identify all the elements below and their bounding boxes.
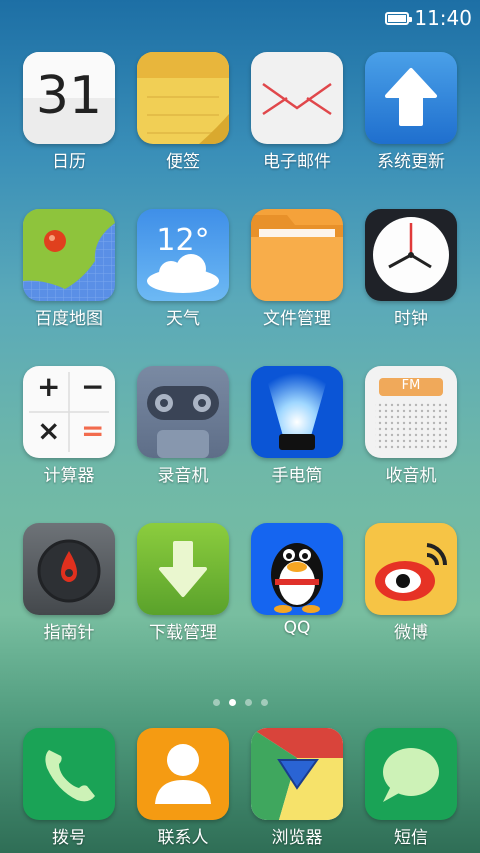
app-label: 下载管理 [149, 623, 217, 643]
recorder-icon [137, 366, 229, 458]
status-time: 11:40 [414, 6, 472, 30]
equals-symbol: = [81, 414, 105, 447]
dock-phone[interactable]: 拨号 [12, 728, 126, 848]
app-recorder[interactable]: 录音机 [126, 366, 240, 486]
weather-icon: 12° [137, 209, 229, 301]
minus-symbol: − [81, 370, 105, 403]
app-label: 系统更新 [377, 152, 445, 172]
clock-icon [365, 209, 457, 301]
map-icon [23, 209, 115, 301]
app-mail[interactable]: 电子邮件 [240, 52, 354, 172]
update-icon [365, 52, 457, 144]
sms-icon [365, 728, 457, 820]
mail-icon [251, 52, 343, 144]
app-weibo[interactable]: 微博 [354, 523, 468, 643]
app-clock[interactable]: 时钟 [354, 209, 468, 329]
app-system-update[interactable]: 系统更新 [354, 52, 468, 172]
app-label: 收音机 [385, 466, 437, 486]
page-dot[interactable] [212, 699, 220, 706]
notes-icon [137, 52, 229, 144]
app-download-manager[interactable]: 下载管理 [126, 523, 240, 643]
dock-contacts[interactable]: 联系人 [126, 728, 240, 848]
page-dot[interactable] [260, 699, 268, 706]
page-dot-current[interactable] [228, 699, 236, 706]
app-label: 指南针 [43, 623, 95, 643]
app-notes[interactable]: 便签 [126, 52, 240, 172]
page-dot[interactable] [244, 699, 252, 706]
times-symbol: × [37, 414, 61, 447]
app-baidu-map[interactable]: 百度地图 [12, 209, 126, 329]
page-indicator [0, 699, 480, 706]
app-calculator[interactable]: + − × = 计算器 [12, 366, 126, 486]
calendar-day: 31 [35, 66, 103, 126]
folder-icon [251, 209, 343, 301]
calendar-icon: 31 [23, 52, 115, 144]
app-label: 日历 [52, 152, 86, 172]
app-label: 天气 [166, 309, 200, 329]
contacts-icon [137, 728, 229, 820]
battery-icon [385, 11, 413, 25]
app-label: 便签 [166, 152, 200, 172]
dock: 拨号 联系人 浏览器 短信 [0, 728, 480, 848]
calculator-icon: + − × = [23, 366, 115, 458]
app-grid: 31 日历 便签 电子邮件 系统更新 百度地图 12° 天气 文件管理 时钟 +… [0, 52, 480, 643]
app-label: 拨号 [52, 828, 86, 848]
app-qq[interactable]: QQ [240, 523, 354, 643]
download-icon [137, 523, 229, 615]
app-label: 电子邮件 [263, 152, 331, 172]
phone-icon [23, 728, 115, 820]
radio-icon: FM [365, 366, 457, 458]
app-label: 文件管理 [263, 309, 331, 329]
app-label: 短信 [394, 828, 428, 848]
app-file-manager[interactable]: 文件管理 [240, 209, 354, 329]
app-label: 微博 [394, 623, 428, 643]
compass-icon [23, 523, 115, 615]
dock-browser[interactable]: 浏览器 [240, 728, 354, 848]
app-label: 计算器 [43, 466, 95, 486]
qq-icon [251, 523, 343, 615]
app-label: QQ [283, 618, 311, 638]
flashlight-icon [251, 366, 343, 458]
dock-sms[interactable]: 短信 [354, 728, 468, 848]
weibo-icon [365, 523, 457, 615]
app-label: 浏览器 [271, 828, 323, 848]
radio-band: FM [401, 378, 421, 393]
app-flashlight[interactable]: 手电筒 [240, 366, 354, 486]
plus-symbol: + [37, 370, 61, 403]
app-label: 时钟 [394, 309, 428, 329]
app-weather[interactable]: 12° 天气 [126, 209, 240, 329]
app-radio[interactable]: FM 收音机 [354, 366, 468, 486]
app-label: 联系人 [157, 828, 209, 848]
app-label: 手电筒 [271, 466, 323, 486]
app-label: 百度地图 [35, 309, 103, 329]
status-bar: 11:40 [0, 0, 480, 36]
app-label: 录音机 [157, 466, 209, 486]
app-compass[interactable]: 指南针 [12, 523, 126, 643]
browser-icon [251, 728, 343, 820]
app-calendar[interactable]: 31 日历 [12, 52, 126, 172]
